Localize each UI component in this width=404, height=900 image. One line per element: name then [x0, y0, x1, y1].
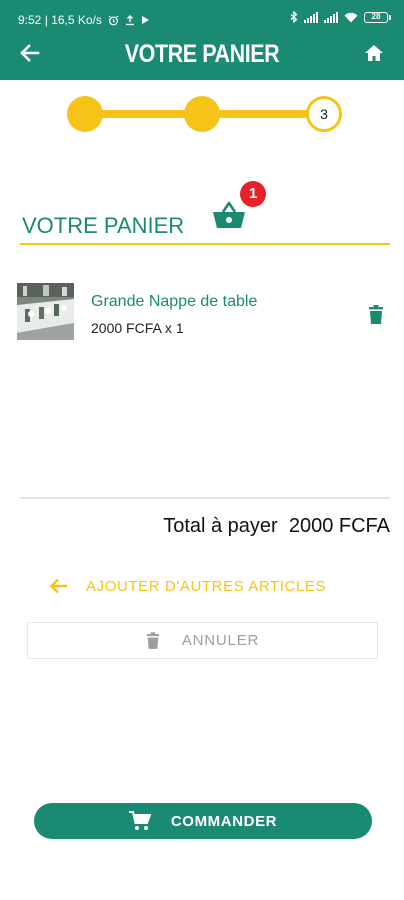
add-more-items-button[interactable]: AJOUTER D'AUTRES ARTICLES	[50, 572, 326, 600]
status-bar: 9:52 | 16,5 Ko/s 28	[0, 0, 404, 38]
cancel-label: ANNULER	[181, 632, 260, 649]
step-3-current: 3	[306, 96, 342, 132]
remove-item-button[interactable]	[365, 303, 387, 327]
signal-icon	[324, 11, 338, 23]
checkout-stepper: 3	[60, 92, 350, 136]
order-button[interactable]: COMMANDER	[34, 803, 372, 839]
total-to-pay: Total à payer 2000 FCFA	[163, 515, 390, 537]
cancel-button[interactable]: ANNULER	[27, 622, 378, 659]
divider	[20, 497, 390, 499]
section-title: VOTRE PANIER	[22, 213, 185, 238]
alarm-icon	[108, 15, 119, 25]
add-more-label: AJOUTER D'AUTRES ARTICLES	[86, 577, 327, 595]
order-label: COMMANDER	[170, 812, 278, 830]
product-price-quantity: 2000 FCFA x 1	[91, 320, 184, 336]
play-icon	[141, 16, 149, 24]
cart-count-badge: 1	[240, 181, 266, 207]
home-icon	[365, 45, 383, 61]
product-image	[17, 283, 74, 340]
product-name[interactable]: Grande Nappe de table	[91, 293, 257, 311]
step-1	[67, 96, 103, 132]
trash-icon	[146, 631, 159, 649]
upload-icon	[125, 14, 134, 25]
top-bar: 9:52 | 16,5 Ko/s 28 VOTRE PANIER	[0, 0, 404, 80]
section-underline	[20, 243, 390, 245]
home-button[interactable]	[360, 40, 388, 66]
step-2	[184, 96, 220, 132]
status-left: 9:52 | 16,5 Ko/s	[18, 13, 150, 27]
battery-icon: 28	[364, 11, 391, 23]
shopping-cart-icon	[128, 811, 151, 830]
wifi-icon	[344, 12, 358, 22]
status-time: 9:52 | 16,5 Ko/s	[18, 13, 102, 27]
status-right: 28	[290, 11, 391, 23]
basket-icon	[212, 200, 246, 230]
page-title: VOTRE PANIER	[124, 40, 280, 68]
arrow-left-icon	[50, 578, 67, 594]
signal-icon	[304, 11, 318, 23]
bluetooth-icon	[290, 11, 298, 23]
trash-icon	[369, 305, 383, 324]
